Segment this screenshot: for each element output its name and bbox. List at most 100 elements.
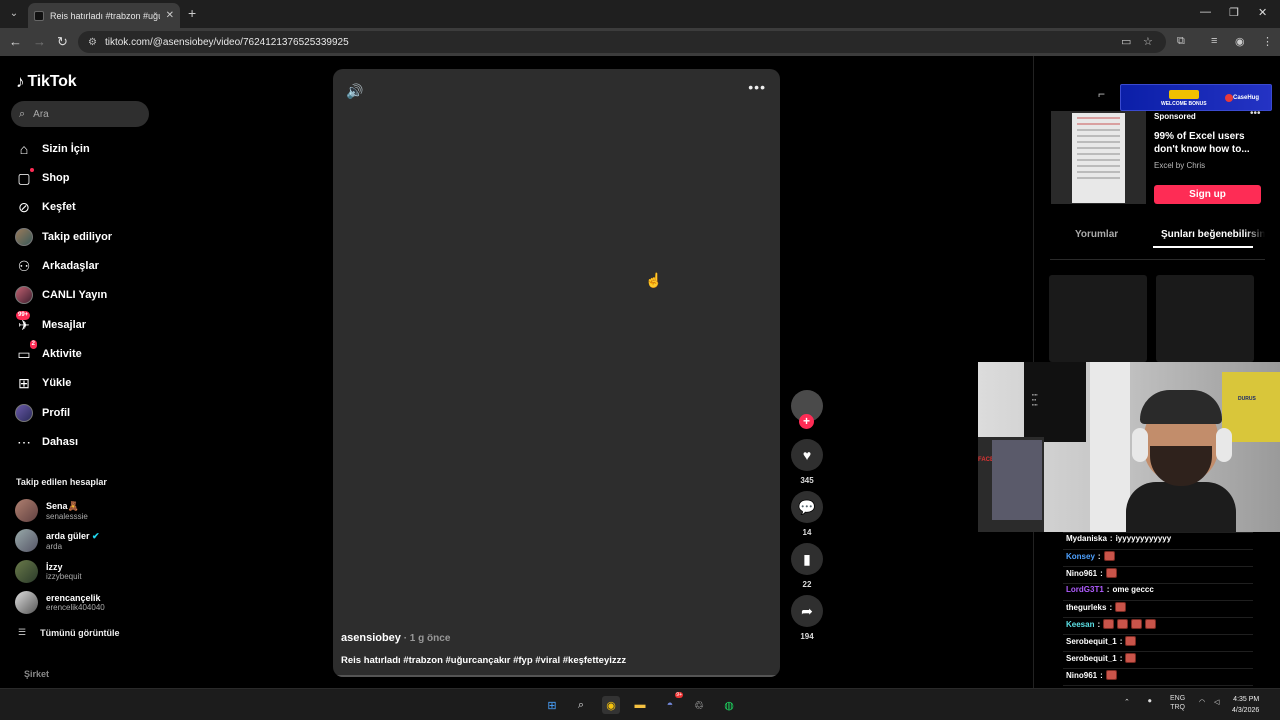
nav-messages[interactable]: ✈ 99+ Mesajlar bbox=[15, 311, 86, 336]
chat-separator bbox=[1063, 668, 1253, 669]
chat-username[interactable]: Nino961 bbox=[1066, 569, 1097, 578]
video-progress-bar[interactable] bbox=[333, 675, 780, 677]
cast-icon[interactable]: ▭ bbox=[1121, 35, 1131, 48]
browser-menu-icon[interactable]: ⋮ bbox=[1262, 35, 1273, 48]
back-icon[interactable]: ← bbox=[9, 34, 22, 49]
bookmark-star-icon[interactable]: ☆ bbox=[1143, 35, 1153, 48]
author-name: asensiobey bbox=[341, 632, 401, 644]
tray-mic-icon[interactable]: ⏺ bbox=[1148, 698, 1152, 706]
tab-comments[interactable]: Yorumlar bbox=[1075, 229, 1118, 240]
tray-chevron-icon[interactable]: ⌃ bbox=[1124, 698, 1130, 706]
save-button[interactable]: ▮ bbox=[791, 543, 823, 575]
input-language[interactable]: ENG TRQ bbox=[1170, 694, 1185, 712]
nav-friends[interactable]: ⚇ Arkadaşlar bbox=[15, 255, 99, 277]
windows-start-icon[interactable]: ⊞ bbox=[543, 696, 561, 714]
reading-list-icon[interactable]: ≡ bbox=[1211, 35, 1217, 47]
comment-button[interactable]: 💬 bbox=[791, 491, 823, 523]
steam-icon[interactable]: ♲ bbox=[690, 696, 708, 714]
like-button[interactable]: ♥ bbox=[791, 439, 823, 471]
search-bar[interactable]: ⌕ bbox=[11, 101, 149, 127]
chat-emote-icon bbox=[1125, 636, 1137, 646]
nav-for-you[interactable]: ⌂ Sizin İçin bbox=[15, 138, 90, 160]
chat-message: Serobequit_1 : bbox=[1066, 636, 1137, 646]
chat-username[interactable]: Nino961 bbox=[1066, 671, 1097, 680]
profile-avatar[interactable]: ◉ bbox=[1235, 35, 1245, 48]
account-avatar bbox=[15, 560, 38, 583]
extensions-icon[interactable]: ⧉ bbox=[1177, 35, 1185, 48]
account-handle: senalesssie bbox=[46, 511, 88, 521]
chat-username[interactable]: Konsey bbox=[1066, 552, 1095, 561]
browser-tab-active[interactable]: Reis hatırladı #trabzon #uğurcançakır ✕ bbox=[28, 3, 180, 28]
chat-text: ome geccc bbox=[1112, 585, 1154, 594]
chat-username[interactable]: Mydaniska bbox=[1066, 534, 1107, 543]
window-close-icon[interactable]: ✕ bbox=[1258, 6, 1267, 19]
discord-icon[interactable]: ◓ 9+ bbox=[661, 692, 683, 714]
tab-search-icon[interactable]: ⌄ bbox=[6, 6, 22, 22]
followed-account[interactable]: arda güler ✔ arda bbox=[15, 529, 100, 552]
chat-emote-icon bbox=[1103, 551, 1115, 561]
tiktok-logo[interactable]: ♪ TikTok bbox=[16, 72, 77, 92]
video-player[interactable]: 🔊 ••• ☝ asensiobey · 1 g önce Reis hatır… bbox=[333, 69, 780, 677]
address-bar[interactable]: ⚙ tiktok.com/@asensiobey/video/762412137… bbox=[78, 31, 1166, 53]
jersey-text: DURUS bbox=[1238, 396, 1256, 402]
site-info-icon[interactable]: ⚙ bbox=[88, 37, 97, 48]
company-link[interactable]: Şirket bbox=[24, 669, 49, 679]
video-author[interactable]: asensiobey · 1 g önce bbox=[341, 632, 450, 644]
reload-icon[interactable]: ↻ bbox=[57, 34, 68, 50]
ad-signup-button[interactable]: Sign up bbox=[1154, 185, 1261, 204]
nav-live[interactable]: CANLI Yayın bbox=[15, 284, 107, 306]
suggested-video-thumb[interactable] bbox=[1049, 275, 1147, 362]
following-avatar bbox=[15, 228, 33, 246]
nav-shop[interactable]: ▢ Shop bbox=[15, 167, 70, 189]
chat-colon: : bbox=[1100, 568, 1103, 578]
chat-username[interactable]: thegurleks bbox=[1066, 603, 1106, 612]
following-accounts-title: Takip edilen hesaplar bbox=[16, 477, 107, 487]
more-icon: ⋯ bbox=[17, 433, 31, 450]
nav-activity[interactable]: ▭ 2 Aktivite bbox=[15, 340, 82, 365]
nav-following[interactable]: Takip ediliyor bbox=[15, 226, 112, 248]
more-options-icon[interactable]: ••• bbox=[748, 79, 766, 95]
ad-more-icon[interactable]: ••• bbox=[1250, 108, 1261, 119]
nav-more[interactable]: ⋯ Dahası bbox=[15, 431, 78, 453]
file-explorer-icon[interactable]: ▬ bbox=[631, 696, 649, 714]
nav-upload[interactable]: ⊞ Yükle bbox=[15, 372, 71, 394]
wifi-icon[interactable]: ◠ bbox=[1199, 698, 1205, 706]
followed-account[interactable]: İzzy izzybequit bbox=[15, 560, 82, 583]
nav-label: Takip ediliyor bbox=[42, 231, 113, 243]
share-button[interactable]: ➦ bbox=[791, 595, 823, 627]
clock-time: 4:35 PM bbox=[1233, 696, 1260, 703]
profile-avatar bbox=[15, 404, 33, 422]
account-avatar bbox=[15, 499, 38, 522]
followed-account[interactable]: erencançelik erencelik404040 bbox=[15, 591, 105, 614]
clock[interactable]: 4:35 PM 4/3/2026 bbox=[1232, 694, 1259, 716]
promo-banner[interactable]: WELCOME BONUS CaseHug bbox=[1120, 84, 1272, 111]
search-input[interactable] bbox=[33, 108, 134, 120]
chrome-icon[interactable]: ◉ bbox=[602, 696, 620, 714]
chat-username[interactable]: LordG3T1 bbox=[1066, 585, 1104, 594]
new-tab-icon[interactable]: + bbox=[188, 5, 196, 21]
follow-plus-icon[interactable]: + bbox=[799, 414, 814, 429]
minimize-icon[interactable]: — bbox=[1200, 6, 1211, 18]
taskbar-search-icon[interactable]: ⌕ bbox=[572, 696, 590, 714]
restore-icon[interactable]: ❐ bbox=[1229, 6, 1239, 19]
see-all-button[interactable]: ☰ Tümünü görüntüle bbox=[18, 627, 120, 638]
volume-icon[interactable]: 🔊 bbox=[346, 83, 363, 100]
chat-username[interactable]: Serobequit_1 bbox=[1066, 637, 1117, 646]
account-name: arda güler bbox=[46, 530, 90, 541]
suggested-video-thumb[interactable] bbox=[1156, 275, 1254, 362]
chat-emote-icon bbox=[1125, 653, 1137, 663]
chat-separator bbox=[1063, 634, 1253, 635]
ad-title[interactable]: 99% of Excel users don't know how to... bbox=[1154, 130, 1264, 156]
followed-account[interactable]: Sena🧸 senalesssie bbox=[15, 499, 88, 522]
volume-tray-icon[interactable]: ◁ bbox=[1214, 698, 1219, 706]
nav-profile[interactable]: Profil bbox=[15, 402, 70, 424]
promo-brand: CaseHug bbox=[1233, 95, 1260, 101]
webcam-door bbox=[1090, 362, 1130, 532]
chat-username[interactable]: Keesan bbox=[1066, 620, 1094, 629]
nav-explore[interactable]: ⊘ Keşfet bbox=[15, 196, 76, 218]
spotify-icon[interactable]: ◍ bbox=[720, 696, 738, 714]
search-icon: ⌕ bbox=[19, 107, 26, 120]
forward-icon[interactable]: → bbox=[33, 34, 46, 49]
tab-close-icon[interactable]: ✕ bbox=[166, 10, 174, 21]
chat-username[interactable]: Serobequit_1 bbox=[1066, 654, 1117, 663]
